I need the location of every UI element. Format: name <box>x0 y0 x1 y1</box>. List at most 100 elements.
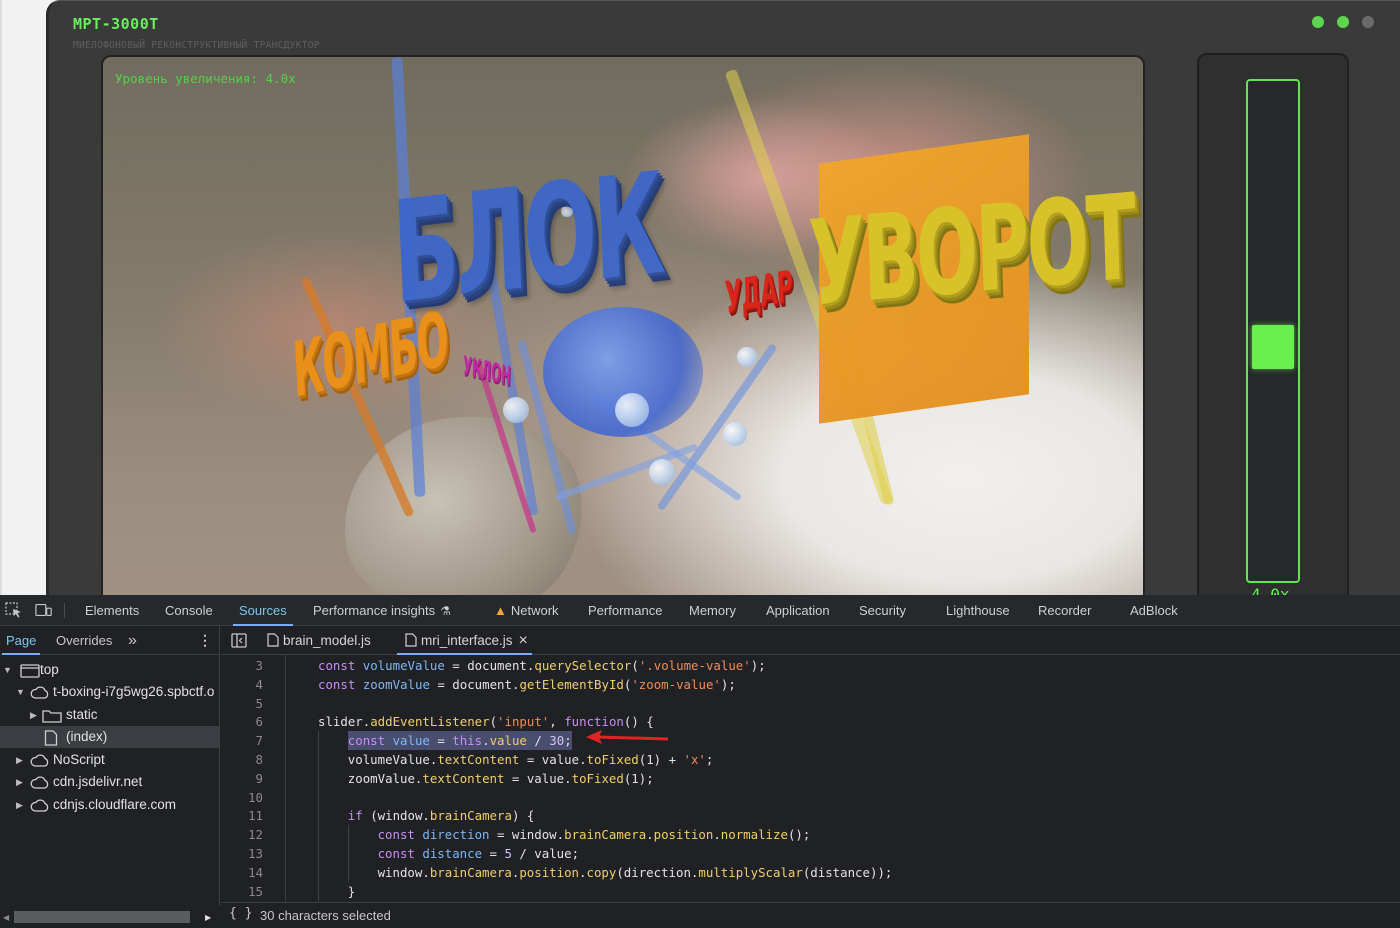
code-token: toFixed <box>586 752 639 767</box>
folder-icon <box>42 708 62 726</box>
editor-tab-brain-model-js[interactable]: brain_model.js <box>267 626 371 655</box>
code-token: = document. <box>429 676 520 692</box>
collapsed-triangle-icon[interactable]: ▶ <box>16 794 23 816</box>
code-line[interactable]: 10 <box>221 787 1400 807</box>
navigator-tab-page[interactable]: Page <box>1 626 41 655</box>
zoom-level-label: Уровень увеличения: 4.0x <box>115 71 296 86</box>
line-number[interactable]: 7 <box>221 731 263 750</box>
devtools-tab-label: Application <box>766 603 830 618</box>
code-line[interactable]: 4 const zoomValue = document.getElementBy… <box>221 675 1400 694</box>
code-text: const direction = window.brainCamera.pos… <box>378 825 811 844</box>
code-line[interactable]: 12 const direction = window.brainCamera.p… <box>221 825 1400 845</box>
code-text: if (window.brainCamera) { <box>348 806 535 825</box>
tree-item[interactable]: (index) <box>0 726 220 748</box>
code-text: const zoomValue = document.getElementByI… <box>318 675 736 694</box>
collapsed-triangle-icon[interactable]: ▶ <box>30 704 37 726</box>
code-text: const distance = 5 / value; <box>378 844 579 863</box>
zoom-slider-thumb[interactable] <box>1252 325 1294 369</box>
code-token: copy <box>586 864 617 880</box>
devtools-tab-lighthouse[interactable]: Lighthouse <box>946 595 1010 626</box>
line-number[interactable]: 5 <box>221 694 263 713</box>
close-tab-icon[interactable]: × <box>519 632 528 649</box>
code-line[interactable]: 5 <box>221 694 1400 713</box>
devtools-tab-label: Sources <box>239 603 287 618</box>
code-line[interactable]: 6 slider.addEventListener('input', functi… <box>221 712 1400 731</box>
expanded-triangle-icon[interactable]: ▼ <box>16 681 25 703</box>
editor-tab-mri-interface-js[interactable]: mri_interface.js × <box>397 626 532 655</box>
kebab-menu-icon[interactable]: ⋮ <box>198 626 212 655</box>
navigator-scrollbar[interactable]: ◀ ▶ <box>0 906 220 928</box>
tree-item[interactable]: ▶ cdn.jsdelivr.net <box>0 771 220 793</box>
code-line[interactable]: 13 const distance = 5 / value; <box>221 844 1400 863</box>
navigator-tab-overrides[interactable]: Overrides <box>56 626 112 655</box>
scrollbar-thumb[interactable] <box>14 911 190 923</box>
devtools-tab-application[interactable]: Application <box>766 595 830 626</box>
devtools-tab-label: Performance insights <box>313 603 436 618</box>
code-line[interactable]: 3 const volumeValue = document.querySelec… <box>221 656 1400 675</box>
line-number[interactable]: 11 <box>221 806 263 825</box>
tree-item[interactable]: ▶ NoScript <box>0 749 220 771</box>
code-token: const <box>318 676 363 692</box>
code-token: . <box>482 733 490 749</box>
code-token: volumeValue <box>362 658 445 673</box>
devtools-tab-performance-insights[interactable]: Performance insights ⚗ <box>313 595 451 626</box>
code-line[interactable]: 14 window.brainCamera.position.copy(direc… <box>221 862 1400 882</box>
code-line[interactable]: 9 zoomValue.textContent = value.toFixed(1… <box>221 768 1400 788</box>
device-title: МРТ-3000Т <box>73 15 159 33</box>
devtools-tab-console[interactable]: Console <box>165 595 213 626</box>
device-toolbar-icon[interactable] <box>35 602 53 618</box>
collapsed-triangle-icon[interactable]: ▶ <box>16 749 23 771</box>
code-token: querySelector <box>534 658 632 673</box>
line-number[interactable]: 15 <box>221 882 263 901</box>
devtools-tab-elements[interactable]: Elements <box>85 595 139 626</box>
devtools-tab-security[interactable]: Security <box>859 595 906 626</box>
code-token: brainCamera <box>564 827 647 843</box>
scroll-right-icon[interactable]: ▶ <box>205 913 211 922</box>
line-number[interactable]: 12 <box>221 825 263 844</box>
code-line[interactable]: 15} <box>221 881 1400 901</box>
code-text: window.brainCamera.position.copy(directi… <box>378 863 893 882</box>
devtools-tab-label: Security <box>859 603 906 618</box>
devtools-tab-performance[interactable]: Performance <box>588 595 662 626</box>
line-number[interactable]: 6 <box>221 712 263 731</box>
devtools-tab-recorder[interactable]: Recorder <box>1038 595 1091 626</box>
code-line[interactable]: 7 const value = this.value / 30; <box>221 731 1400 751</box>
line-number[interactable]: 10 <box>221 788 263 807</box>
zoom-slider[interactable] <box>1246 79 1300 583</box>
line-number[interactable]: 9 <box>221 769 263 788</box>
tree-item[interactable]: ▼ top <box>0 659 220 681</box>
devtools-tab-label: Recorder <box>1038 603 1092 618</box>
code-token: (distance)); <box>802 864 893 880</box>
line-number[interactable]: 8 <box>221 750 263 769</box>
code-line[interactable]: 11 if (window.brainCamera) { <box>221 806 1400 826</box>
tree-item[interactable]: ▶ cdnjs.cloudflare.com <box>0 794 220 816</box>
line-number[interactable]: 13 <box>221 844 263 863</box>
brain-viewport[interactable]: Уровень увеличения: 4.0x КОМБО УКЛОН БЛО… <box>101 55 1145 595</box>
devtools-tab-adblock[interactable]: AdBlock <box>1130 595 1178 626</box>
code-line[interactable]: 8 volumeValue.textContent = value.toFixed… <box>221 750 1400 769</box>
devtools-tab-sources[interactable]: Sources <box>233 595 293 626</box>
more-tabs-icon[interactable]: » <box>128 626 137 655</box>
toggle-navigator-icon[interactable] <box>231 633 247 648</box>
inspect-element-icon[interactable] <box>5 602 23 618</box>
line-number[interactable]: 4 <box>221 675 263 694</box>
tree-item[interactable]: ▶ static <box>0 704 220 726</box>
cloud-icon <box>30 685 50 703</box>
devtools-tab-label: AdBlock <box>1130 603 1178 618</box>
devtools-tab-network[interactable]: ▲ Network <box>494 595 559 626</box>
code-text: } <box>348 882 355 901</box>
devtools-tab-memory[interactable]: Memory <box>689 595 736 626</box>
devtools-tab-label: Lighthouse <box>946 603 1010 618</box>
line-number[interactable]: 14 <box>221 863 263 882</box>
expanded-triangle-icon[interactable]: ▼ <box>3 659 12 681</box>
tree-item-label: (index) <box>66 729 108 744</box>
cloud-icon <box>30 753 50 771</box>
collapsed-triangle-icon[interactable]: ▶ <box>16 771 23 793</box>
tree-item[interactable]: ▼ t-boxing-i7g5wg26.spbctf.o <box>0 681 220 703</box>
line-number[interactable]: 3 <box>221 656 263 675</box>
code-token: slider. <box>318 714 371 730</box>
code-token: window. <box>377 864 430 880</box>
pretty-print-icon[interactable]: { } <box>229 906 252 921</box>
code-view[interactable]: 3 const volumeValue = document. querySelec… <box>221 655 1400 902</box>
scroll-left-icon[interactable]: ◀ <box>3 913 9 922</box>
